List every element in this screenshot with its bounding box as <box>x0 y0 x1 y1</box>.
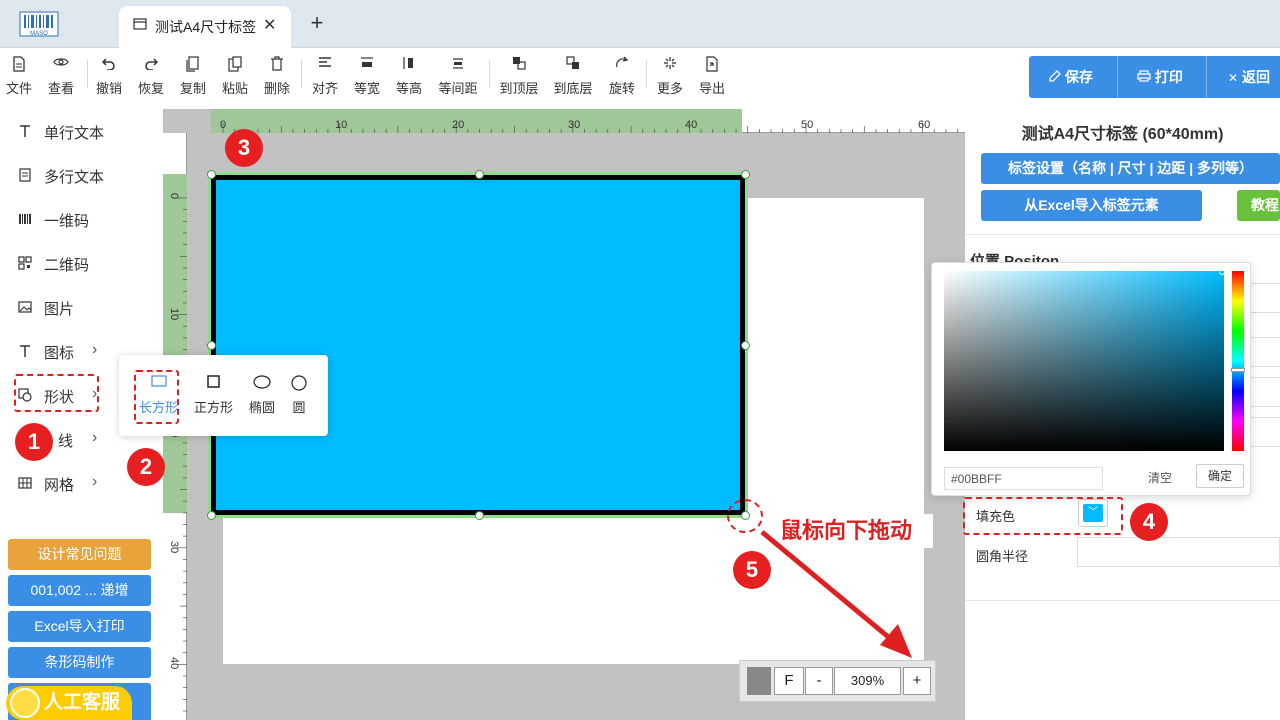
drag-arrow <box>760 530 912 658</box>
arrow-head-icon <box>880 624 912 658</box>
